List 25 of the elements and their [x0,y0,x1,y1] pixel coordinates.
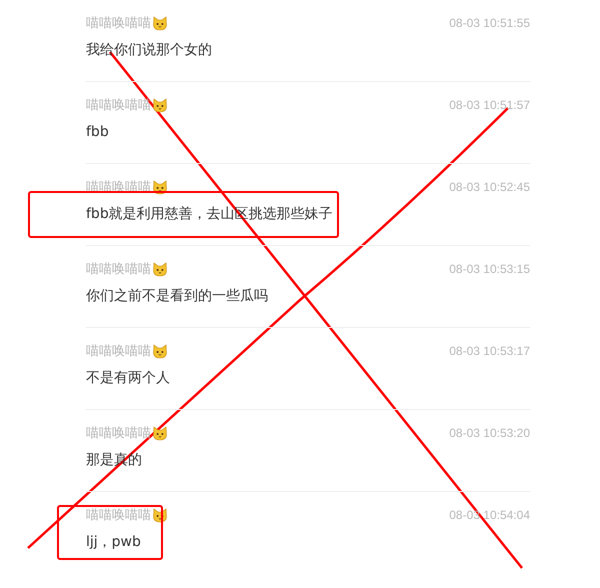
cat-face-icon [152,97,168,113]
cat-face-icon [152,425,168,441]
message-text: 你们之前不是看到的一些瓜吗 [86,287,268,306]
message-time: 08-03 10:51:55 [449,16,530,30]
message-text: 不是有两个人 [86,369,170,388]
cat-face-icon [152,261,168,277]
author-name: 喵喵唤喵喵 [86,261,151,278]
message-time: 08-03 10:53:20 [449,426,530,440]
message-time: 08-03 10:51:57 [449,98,530,112]
author-name: 喵喵唤喵喵 [86,425,151,442]
author-name: 喵喵唤喵喵 [86,507,151,524]
message-time: 08-03 10:53:15 [449,262,530,276]
message-time: 08-03 10:54:04 [449,508,530,522]
author-name: 喵喵唤喵喵 [86,15,151,32]
cat-face-icon [152,179,168,195]
message-time: 08-03 10:52:45 [449,180,530,194]
cat-face-icon [152,15,168,31]
author-name: 喵喵唤喵喵 [86,343,151,360]
cat-face-icon [152,507,168,523]
message-time: 08-03 10:53:17 [449,344,530,358]
author-name: 喵喵唤喵喵 [86,97,151,114]
message-text: 我给你们说那个女的 [86,41,212,60]
message-text: ljj，pwb [86,533,141,552]
cat-face-icon [152,343,168,359]
message-text: fbb [86,123,109,142]
